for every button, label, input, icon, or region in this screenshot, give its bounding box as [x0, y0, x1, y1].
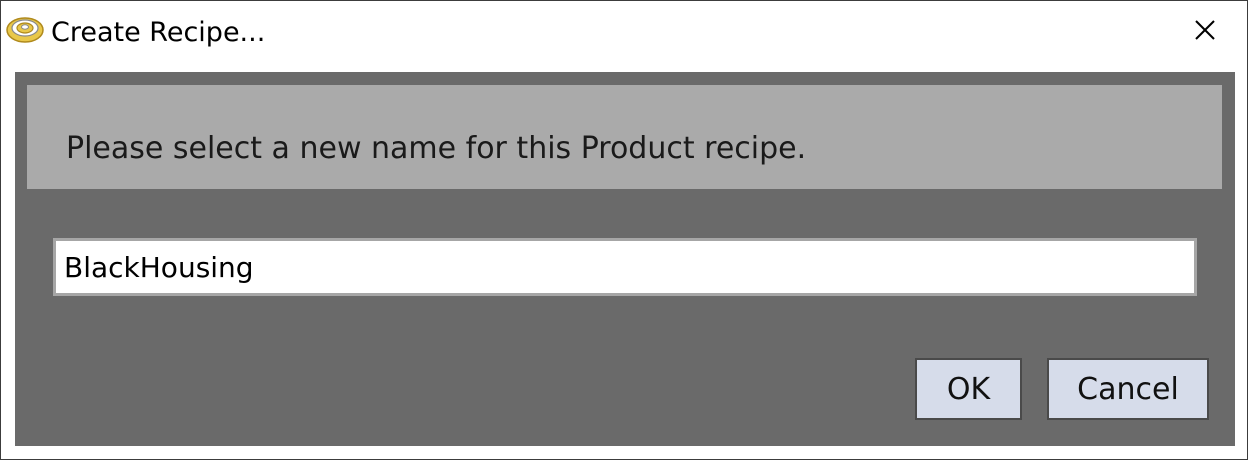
window-title: Create Recipe...	[51, 17, 266, 48]
recipe-name-input[interactable]	[53, 238, 1197, 296]
close-icon	[1193, 18, 1217, 46]
dialog-body: Please select a new name for this Produc…	[15, 72, 1235, 446]
message-panel: Please select a new name for this Produc…	[27, 85, 1222, 189]
cancel-button[interactable]: Cancel	[1047, 358, 1209, 420]
instruction-text: Please select a new name for this Produc…	[66, 131, 807, 166]
app-icon	[5, 13, 45, 47]
close-button[interactable]	[1177, 5, 1233, 59]
create-recipe-dialog: Create Recipe... Please select a new nam…	[0, 0, 1248, 460]
ok-button[interactable]: OK	[915, 358, 1022, 420]
title-bar: Create Recipe...	[1, 1, 1247, 63]
